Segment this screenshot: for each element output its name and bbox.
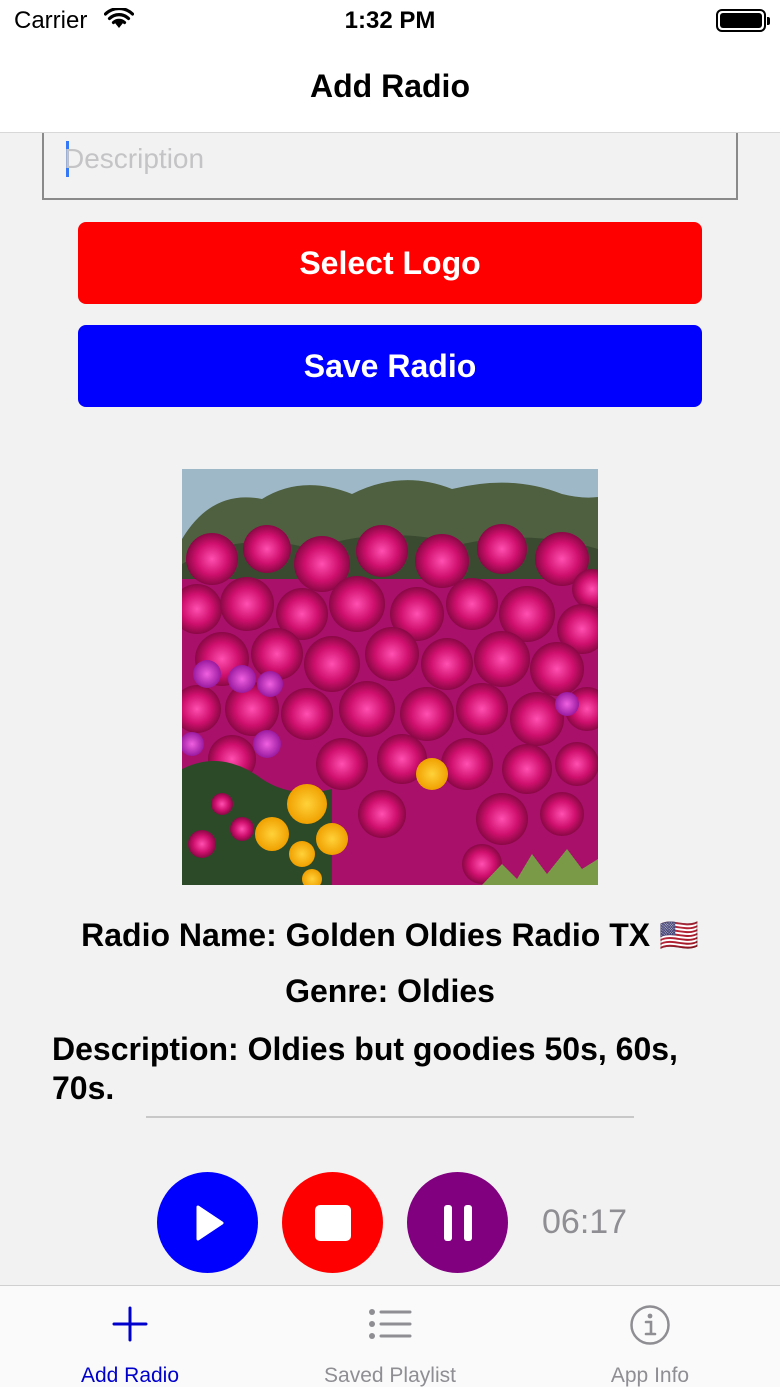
pause-button[interactable] [407, 1172, 508, 1273]
description-field[interactable] [42, 133, 738, 200]
elapsed-time: 06:17 [542, 1203, 628, 1241]
select-logo-button[interactable]: Select Logo [78, 222, 702, 304]
page-title: Add Radio [310, 68, 470, 104]
info-icon [520, 1304, 780, 1346]
tab-label: Add Radio [80, 1364, 180, 1387]
play-icon [196, 1205, 223, 1240]
status-bar: Carrier 1:32 PM [0, 0, 780, 44]
radio-genre-label: Genre: Oldies [285, 973, 495, 1009]
navigation-bar: Add Radio [0, 44, 780, 133]
tab-bar: Add Radio Saved Playlist App Info [0, 1285, 780, 1387]
radio-description-label: Description: Oldies but goodies 50s, 60s… [52, 1031, 678, 1106]
divider [146, 1116, 634, 1118]
stop-icon [314, 1204, 351, 1241]
description-input[interactable] [64, 133, 724, 185]
stop-button[interactable] [282, 1172, 383, 1273]
plus-icon [0, 1304, 260, 1346]
flower-photo [182, 469, 598, 885]
tab-add-radio[interactable]: Add Radio [0, 1286, 260, 1387]
save-radio-button[interactable]: Save Radio [78, 325, 702, 407]
tab-app-info[interactable]: App Info [520, 1286, 780, 1387]
tab-label: Saved Playlist [324, 1364, 456, 1387]
pause-icon [443, 1204, 472, 1241]
radio-logo-image [182, 469, 598, 885]
battery-icon [716, 9, 770, 32]
clock: 1:32 PM [344, 7, 436, 34]
list-icon [260, 1304, 520, 1346]
radio-name-label: Radio Name: Golden Oldies Radio TX 🇺🇸 [81, 917, 699, 953]
tab-saved-playlist[interactable]: Saved Playlist [260, 1286, 520, 1387]
play-button[interactable] [157, 1172, 258, 1273]
tab-label: App Info [610, 1364, 690, 1387]
